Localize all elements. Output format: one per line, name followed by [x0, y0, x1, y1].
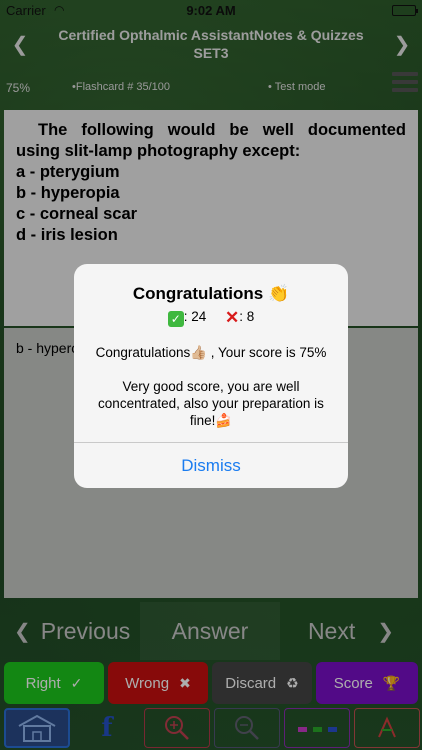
cross-mark-icon: ✕: [225, 308, 240, 327]
check-mark-icon: ✓: [167, 311, 184, 327]
right-count: : 24: [183, 309, 207, 324]
alert-message-score: Congratulations👍🏼 , Your score is 75%: [95, 345, 327, 360]
alert-message-feedback: Very good score, you are well concentrat…: [98, 379, 324, 428]
wrong-count: : 8: [239, 309, 255, 324]
dismiss-button[interactable]: Dismiss: [74, 443, 348, 488]
clapping-hands-icon: 👏: [267, 284, 290, 303]
congratulations-alert: Congratulations 👏 ✓: 24 ✕: 8 Congratulat…: [74, 264, 348, 488]
alert-title: Congratulations 👏: [74, 284, 348, 304]
alert-title-text: Congratulations: [132, 284, 264, 303]
alert-stats: ✓: 24 ✕: 8: [74, 308, 348, 328]
alert-message: Congratulations👍🏼 , Your score is 75% Ve…: [74, 344, 348, 429]
